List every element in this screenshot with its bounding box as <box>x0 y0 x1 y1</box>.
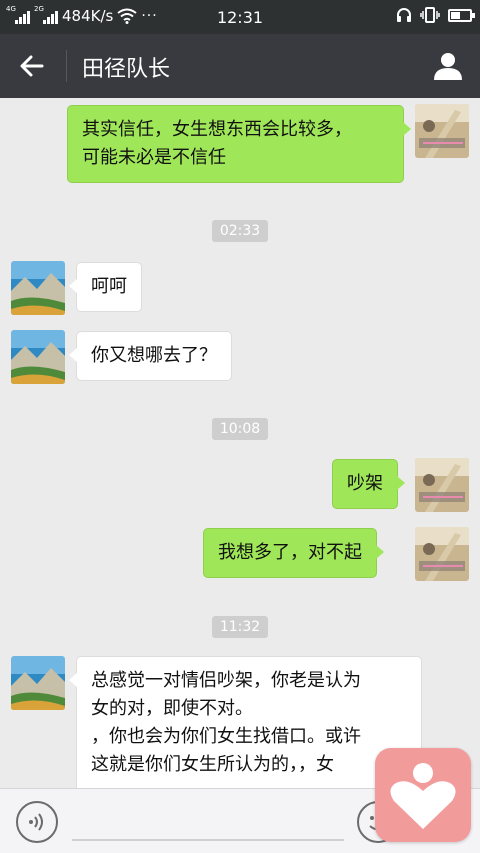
floating-heart-button[interactable] <box>375 748 471 842</box>
battery-icon <box>448 8 475 22</box>
time-stamp-text: 11:32 <box>211 616 269 638</box>
message-bubble-sent[interactable]: 其实信任，女生想东西会比较多， 可能未必是不信任 <box>67 105 411 183</box>
heart-person-icon <box>390 763 456 829</box>
back-button[interactable] <box>12 46 52 86</box>
arrow-left-icon <box>20 55 44 77</box>
message-bubble-sent[interactable]: 我想多了，对不起 <box>203 528 384 578</box>
landscape-photo-icon <box>11 656 65 710</box>
time-stamp-text: 10:08 <box>211 418 269 440</box>
message-input[interactable] <box>72 839 344 841</box>
my-avatar[interactable] <box>415 458 469 512</box>
nav-divider <box>66 50 67 82</box>
status-bar: 4G 2G 484K/s ··· 12:31 <box>0 0 480 34</box>
message-bubble-received[interactable]: 呵呵 <box>69 262 142 312</box>
time-stamp: 11:32 <box>0 616 480 638</box>
contact-avatar[interactable] <box>11 330 65 384</box>
my-avatar[interactable] <box>415 527 469 581</box>
time-stamp: 10:08 <box>0 418 480 440</box>
voice-icon <box>29 813 43 831</box>
guitar-photo-icon <box>415 527 469 581</box>
profile-button[interactable] <box>430 48 466 84</box>
chat-title: 田径队长 <box>82 57 171 82</box>
nav-bar: 田径队长 <box>0 34 480 98</box>
vibrate-icon <box>420 7 440 23</box>
headset-icon <box>397 8 411 22</box>
time-stamp-text: 02:33 <box>211 220 269 242</box>
voice-button[interactable] <box>16 801 58 843</box>
message-bubble-received[interactable]: 总感觉一对情侣吵架，你老是认为 女的对，即使不对。 ，你也会为你们女生找借口。或… <box>69 656 422 788</box>
person-icon <box>434 53 462 80</box>
landscape-photo-icon <box>11 261 65 315</box>
chat-area[interactable]: 其实信任，女生想东西会比较多， 可能未必是不信任 02:33 呵呵 你又想哪去了… <box>0 98 480 788</box>
status-right <box>396 7 475 23</box>
contact-avatar[interactable] <box>11 656 65 710</box>
landscape-photo-icon <box>11 330 65 384</box>
guitar-photo-icon <box>415 104 469 158</box>
time-stamp: 02:33 <box>0 220 480 242</box>
my-avatar[interactable] <box>415 104 469 158</box>
message-bubble-sent[interactable]: 吵架 <box>332 459 405 509</box>
guitar-photo-icon <box>415 458 469 512</box>
message-bubble-received[interactable]: 你又想哪去了？ <box>69 331 232 381</box>
contact-avatar[interactable] <box>11 261 65 315</box>
